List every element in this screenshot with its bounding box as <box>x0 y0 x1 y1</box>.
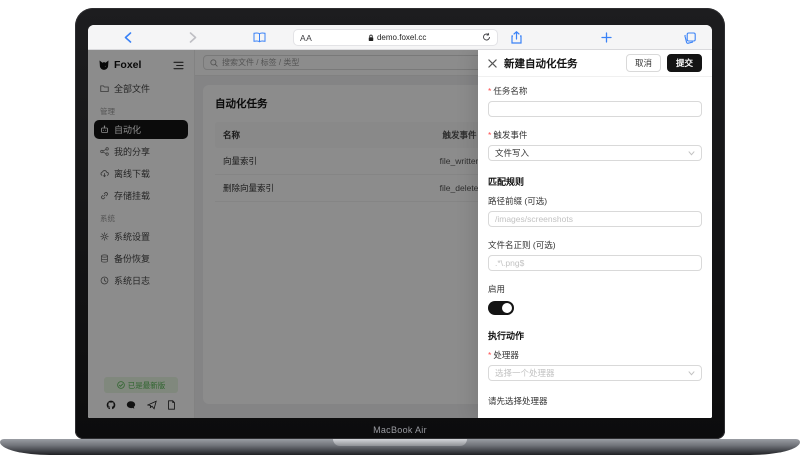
foxel-app: Foxel 全部文件 管理 自动化 我的分享 <box>88 50 712 418</box>
laptop-base-notch <box>333 439 467 446</box>
trigger-select[interactable]: 文件写入 <box>488 145 702 161</box>
address-url: demo.foxel.cc <box>312 33 482 42</box>
forward-button[interactable] <box>187 25 199 50</box>
drawer-title: 新建自动化任务 <box>504 56 626 71</box>
chevron-down-icon <box>688 371 695 376</box>
device-label: MacBook Air <box>75 425 725 435</box>
filename-regex-label: 文件名正则 (可选) <box>488 239 702 251</box>
enabled-label: 启用 <box>488 283 702 295</box>
trigger-label: * 触发事件 <box>488 129 702 141</box>
toggle-knob <box>502 303 512 313</box>
address-bar[interactable]: AA demo.foxel.cc <box>293 29 498 46</box>
reload-icon[interactable] <box>482 29 491 47</box>
processor-select[interactable]: 选择一个处理器 <box>488 365 702 381</box>
task-name-label: * 任务名称 <box>488 85 702 97</box>
chevron-down-icon <box>688 151 695 156</box>
bookmarks-icon[interactable] <box>251 25 267 50</box>
drawer-mask[interactable] <box>88 50 478 418</box>
actions-section: 执行动作 <box>488 329 702 342</box>
new-task-drawer: 新建自动化任务 取消 提交 * 任务名称 * 触发事件 <box>478 50 712 418</box>
lock-icon <box>368 34 374 42</box>
close-icon[interactable] <box>488 59 497 68</box>
path-prefix-field[interactable] <box>488 211 702 227</box>
processor-label: * 处理器 <box>488 349 702 361</box>
reader-button[interactable]: AA <box>300 33 312 43</box>
cancel-button[interactable]: 取消 <box>626 54 661 72</box>
enabled-toggle[interactable] <box>488 301 514 315</box>
laptop-lid: AA demo.foxel.cc <box>75 8 725 439</box>
share-icon[interactable] <box>509 25 523 50</box>
filename-regex-field[interactable] <box>488 255 702 271</box>
drawer-body: * 任务名称 * 触发事件 文件写入 匹配规则 <box>478 77 712 415</box>
task-name-field[interactable] <box>488 101 702 117</box>
back-button[interactable] <box>122 25 134 50</box>
browser-toolbar: AA demo.foxel.cc <box>88 25 712 50</box>
match-rules-section: 匹配规则 <box>488 175 702 188</box>
macbook-mockup: AA demo.foxel.cc <box>0 0 800 459</box>
new-tab-icon[interactable] <box>599 25 613 50</box>
processor-helper-text: 请先选择处理器 <box>488 395 702 407</box>
screen: AA demo.foxel.cc <box>88 25 712 418</box>
path-prefix-label: 路径前缀 (可选) <box>488 195 702 207</box>
laptop-base <box>0 439 800 455</box>
submit-button[interactable]: 提交 <box>667 54 702 72</box>
tabs-icon[interactable] <box>682 25 698 50</box>
drawer-header: 新建自动化任务 取消 提交 <box>478 50 712 77</box>
